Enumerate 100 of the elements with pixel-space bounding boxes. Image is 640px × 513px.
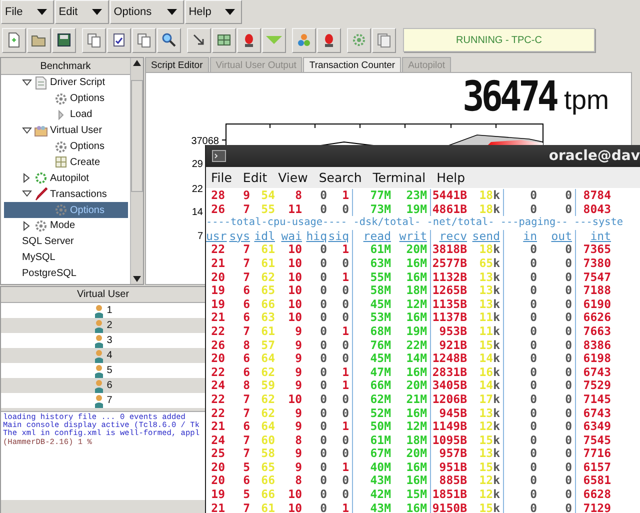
stat-value: 3818B — [431, 243, 468, 257]
stat-value: 0 — [328, 311, 353, 325]
column-header: send — [468, 230, 504, 244]
stat-value: 0 — [319, 434, 328, 448]
toolbar-button[interactable] — [187, 28, 211, 52]
stat-value: 7145 — [582, 392, 612, 406]
stat-value: 0 — [328, 338, 353, 352]
stat-value: 3405B — [431, 379, 468, 393]
stat-value: 15k — [468, 460, 504, 474]
stat-value: 0 — [529, 434, 538, 448]
stat-value: 1095B — [431, 434, 468, 448]
tree-item[interactable]: Virtual User — [4, 122, 128, 139]
document-icon — [34, 76, 48, 90]
stat-value: 18M — [392, 284, 431, 298]
menu-item[interactable]: View — [278, 170, 308, 185]
stat-value: 0 — [538, 502, 576, 513]
tree-item[interactable]: MySQL — [4, 250, 128, 266]
stat-value: 945B — [438, 406, 468, 420]
tree-item[interactable]: Options — [4, 90, 128, 107]
stat-value: 8 — [294, 189, 303, 203]
tree-item[interactable]: Mode — [4, 218, 128, 234]
scroll-down-icon[interactable] — [133, 276, 141, 282]
stat-value: 9 — [294, 338, 303, 352]
toolbar-button[interactable] — [52, 28, 76, 52]
toolbar-button[interactable] — [27, 28, 51, 52]
collapsed-arrow-icon[interactable] — [22, 173, 32, 184]
gear-icon — [34, 218, 48, 233]
tree-item[interactable]: PostgreSQL — [4, 266, 128, 282]
tree-item[interactable]: Options — [4, 138, 128, 154]
stat-value: 50M — [369, 420, 392, 434]
expanded-arrow-icon[interactable] — [22, 126, 32, 136]
toolbar-button[interactable] — [2, 28, 26, 52]
stat-value: 5 — [242, 488, 251, 502]
stat-value: 1851B — [431, 488, 468, 502]
stat-value: 9 — [294, 460, 303, 474]
menu-button[interactable]: File — [1, 0, 54, 24]
stat-value: 7 — [242, 502, 251, 513]
tree-item-label: PostgreSQL — [22, 268, 76, 280]
stat-value: 0 — [529, 392, 538, 406]
toolbar-button[interactable] — [317, 28, 341, 52]
toolbar-button[interactable] — [157, 28, 181, 52]
stat-value: 76M — [369, 338, 392, 352]
stat-value: 953B — [438, 324, 468, 339]
stat-value: 61M — [369, 434, 392, 448]
tab[interactable]: Transaction Counter — [303, 57, 402, 72]
collapsed-arrow-icon[interactable] — [22, 220, 32, 231]
tree-item[interactable]: SQL Server — [4, 234, 128, 250]
stat-value: 6 — [242, 366, 251, 380]
documents-icon — [376, 32, 392, 48]
stat-value: 62 — [260, 392, 276, 406]
toolbar-button[interactable] — [107, 28, 131, 52]
stat-value: 7 — [242, 434, 251, 448]
stat-value: 10 — [287, 270, 303, 284]
stat-value: 9150B — [431, 502, 468, 513]
scrollbar[interactable] — [130, 58, 143, 284]
down-arrow-icon — [266, 36, 282, 44]
tree-item[interactable]: Driver Script — [4, 75, 128, 91]
stat-value: 21M — [392, 392, 431, 406]
stat-value: 16M — [392, 270, 431, 284]
menu-button[interactable]: Edit — [54, 0, 109, 24]
toolbar-button[interactable] — [212, 28, 236, 52]
stat-value: 0 — [328, 202, 353, 216]
stat-value: 65 — [260, 460, 276, 474]
scroll-up-icon[interactable] — [133, 60, 141, 66]
stat-value: 0 — [328, 434, 353, 448]
stat-value: 6190 — [582, 298, 612, 312]
stat-value: 0 — [319, 460, 328, 474]
stat-value: 1 — [328, 189, 353, 203]
tree-item[interactable]: Options — [4, 202, 128, 218]
stat-value: 0 — [328, 392, 353, 406]
stat-value: 0 — [538, 298, 576, 312]
tree-item[interactable]: Create — [4, 154, 128, 170]
toolbar-button[interactable] — [237, 28, 261, 52]
menu-button[interactable]: Help — [184, 0, 242, 24]
stat-value: 6 — [242, 298, 251, 312]
stat-value: 0 — [529, 474, 538, 488]
expanded-arrow-icon[interactable] — [22, 78, 32, 88]
menu-item[interactable]: Terminal — [372, 170, 426, 185]
stat-value: 7663 — [582, 324, 612, 339]
stat-value: 6 — [242, 311, 251, 325]
stat-value: 6349 — [582, 420, 612, 434]
caret-icon — [225, 9, 236, 15]
tree-item[interactable]: Load — [4, 106, 128, 123]
stat-value: 22M — [392, 338, 431, 352]
tab[interactable]: Script Editor — [145, 57, 209, 72]
stat-value: 19M — [392, 324, 431, 339]
menu-item[interactable]: Help — [436, 170, 466, 185]
stat-value: 7 — [242, 270, 251, 284]
tree-item[interactable]: Transactions — [4, 186, 128, 202]
stat-value: 6628 — [582, 488, 612, 502]
stat-value: 0 — [538, 366, 576, 380]
menu-item[interactable]: Edit — [242, 170, 268, 185]
expanded-arrow-icon[interactable] — [22, 189, 32, 200]
menu-item[interactable]: File — [211, 170, 232, 185]
stat-value: 7 — [242, 324, 251, 339]
menu-button[interactable]: Options — [110, 0, 184, 24]
stat-value: 12k — [468, 420, 504, 434]
menu-item[interactable]: Search — [318, 170, 362, 185]
tree-item[interactable]: Autopilot — [4, 170, 128, 186]
stat-value: 20M — [392, 379, 431, 393]
